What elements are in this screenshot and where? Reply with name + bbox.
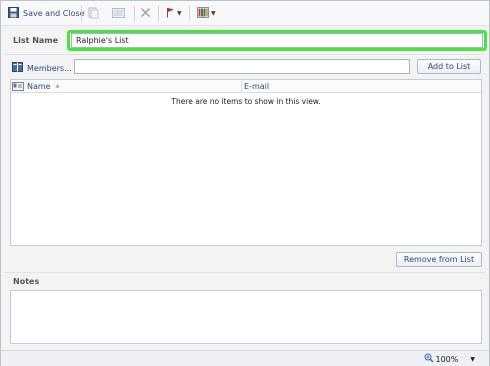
members-button[interactable]: Members... <box>12 62 72 74</box>
column-name-label: Name <box>27 81 51 91</box>
sort-caret-icon: ▲ <box>55 83 60 89</box>
item-button[interactable] <box>112 5 125 22</box>
column-email-label: E-mail <box>244 81 270 91</box>
toolbar-separator <box>134 6 135 21</box>
members-input[interactable] <box>74 59 410 74</box>
save-and-close-button[interactable]: Save and Close <box>8 5 85 22</box>
empty-list-message: There are no items to show in this view. <box>171 97 321 106</box>
members-label: Members... <box>27 63 72 73</box>
document-icon <box>87 7 99 21</box>
toolbar-separator <box>158 6 159 21</box>
column-separator <box>241 80 242 92</box>
floppy-disk-icon <box>8 7 19 20</box>
attach-file-button[interactable] <box>87 5 99 22</box>
save-and-close-label: Save and Close <box>23 9 85 18</box>
toolbar: Save and Close ▼ ▼ <box>1 1 489 26</box>
members-list[interactable]: Name ▲ E-mail There are no items to show… <box>10 79 482 246</box>
address-book-icon <box>12 62 23 74</box>
zoom-control[interactable]: 100% ▼ <box>424 353 475 365</box>
red-flag-icon <box>166 7 175 20</box>
categorize-button[interactable]: ▼ <box>197 5 216 22</box>
zoom-magnifier-icon <box>424 353 434 365</box>
list-name-input[interactable] <box>71 33 483 48</box>
toolbar-separator <box>189 6 190 21</box>
column-header-email[interactable]: E-mail <box>244 80 474 92</box>
chevron-down-icon: ▼ <box>177 10 182 17</box>
color-categories-icon <box>197 7 209 20</box>
status-bar: 100% ▼ <box>1 350 489 366</box>
toolbar-separator <box>81 6 82 21</box>
list-name-label: List Name <box>13 36 59 45</box>
remove-from-list-button[interactable]: Remove from List <box>396 252 482 267</box>
contact-card-icon <box>12 81 24 91</box>
notes-textarea[interactable] <box>10 290 482 344</box>
zoom-level: 100% <box>435 354 459 364</box>
delete-button[interactable] <box>140 5 151 22</box>
chevron-down-icon: ▼ <box>211 10 216 17</box>
notes-label: Notes <box>13 277 40 286</box>
column-header-name[interactable]: Name ▲ <box>12 80 242 92</box>
follow-up-flag-button[interactable]: ▼ <box>166 5 182 22</box>
contact-group-window: Save and Close ▼ ▼ List Name Ralphie's L… <box>0 0 490 366</box>
divider <box>5 54 485 55</box>
chevron-down-icon[interactable]: ▼ <box>470 356 475 363</box>
divider <box>5 272 485 273</box>
delete-x-icon <box>140 7 151 20</box>
add-to-list-button[interactable]: Add to List <box>417 59 481 74</box>
list-header: Name ▲ E-mail <box>11 80 481 93</box>
card-icon <box>112 7 125 21</box>
